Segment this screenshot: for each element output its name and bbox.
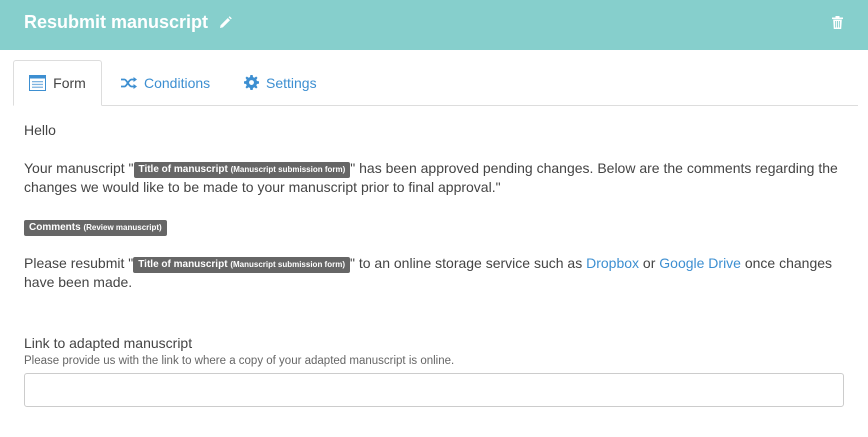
tag-field-name: Title of manuscript <box>138 259 228 270</box>
tab-conditions-label: Conditions <box>144 74 211 91</box>
tag-form-name: (Manuscript submission form) <box>230 260 345 269</box>
resubmit-text-middle: " to an online storage service such as <box>350 255 587 271</box>
form-title-group: Resubmit manuscript <box>24 12 232 33</box>
approval-paragraph: Your manuscript " Title of manuscript (Ma… <box>24 159 854 197</box>
form-header: Resubmit manuscript <box>0 0 868 50</box>
pencil-icon[interactable] <box>219 16 232 29</box>
tab-conditions[interactable]: Conditions <box>121 60 210 105</box>
comments-tag: Comments (Review manuscript) <box>24 220 167 236</box>
resubmit-text-or: or <box>639 255 660 271</box>
tab-bar: Form Conditions Settings <box>13 60 858 106</box>
shuffle-icon <box>121 76 137 89</box>
comments-paragraph: Comments (Review manuscript) <box>24 217 854 236</box>
dropbox-link[interactable]: Dropbox <box>586 255 639 271</box>
tab-settings-label: Settings <box>266 74 317 91</box>
field-help-text: Please provide us with the link to where… <box>24 355 455 367</box>
google-drive-link[interactable]: Google Drive <box>659 255 741 271</box>
form-list-icon <box>29 75 47 91</box>
field-label: Link to adapted manuscript <box>24 335 193 351</box>
manuscript-title-tag: Title of manuscript (Manuscript submissi… <box>133 257 350 273</box>
manuscript-link-input[interactable] <box>24 373 844 407</box>
resubmit-text-start: Please resubmit " <box>24 255 134 271</box>
tag-form-name: (Review manuscript) <box>83 223 162 232</box>
manuscript-title-tag: Title of manuscript (Manuscript submissi… <box>133 162 351 178</box>
trash-icon[interactable] <box>832 16 843 34</box>
resubmit-paragraph: Please resubmit " Title of manuscript (Ma… <box>24 254 854 292</box>
tab-settings[interactable]: Settings <box>244 60 317 105</box>
tag-field-name: Comments <box>29 222 81 233</box>
approval-text-start: Your manuscript " <box>24 160 134 176</box>
form-title: Resubmit manuscript <box>24 12 209 32</box>
tag-field-name: Title of manuscript <box>138 164 228 175</box>
tab-form[interactable]: Form <box>13 60 102 106</box>
tag-form-name: (Manuscript submission form) <box>230 165 346 174</box>
tab-form-label: Form <box>53 75 86 91</box>
greeting-text: Hello <box>24 122 56 138</box>
gear-icon <box>244 75 259 90</box>
